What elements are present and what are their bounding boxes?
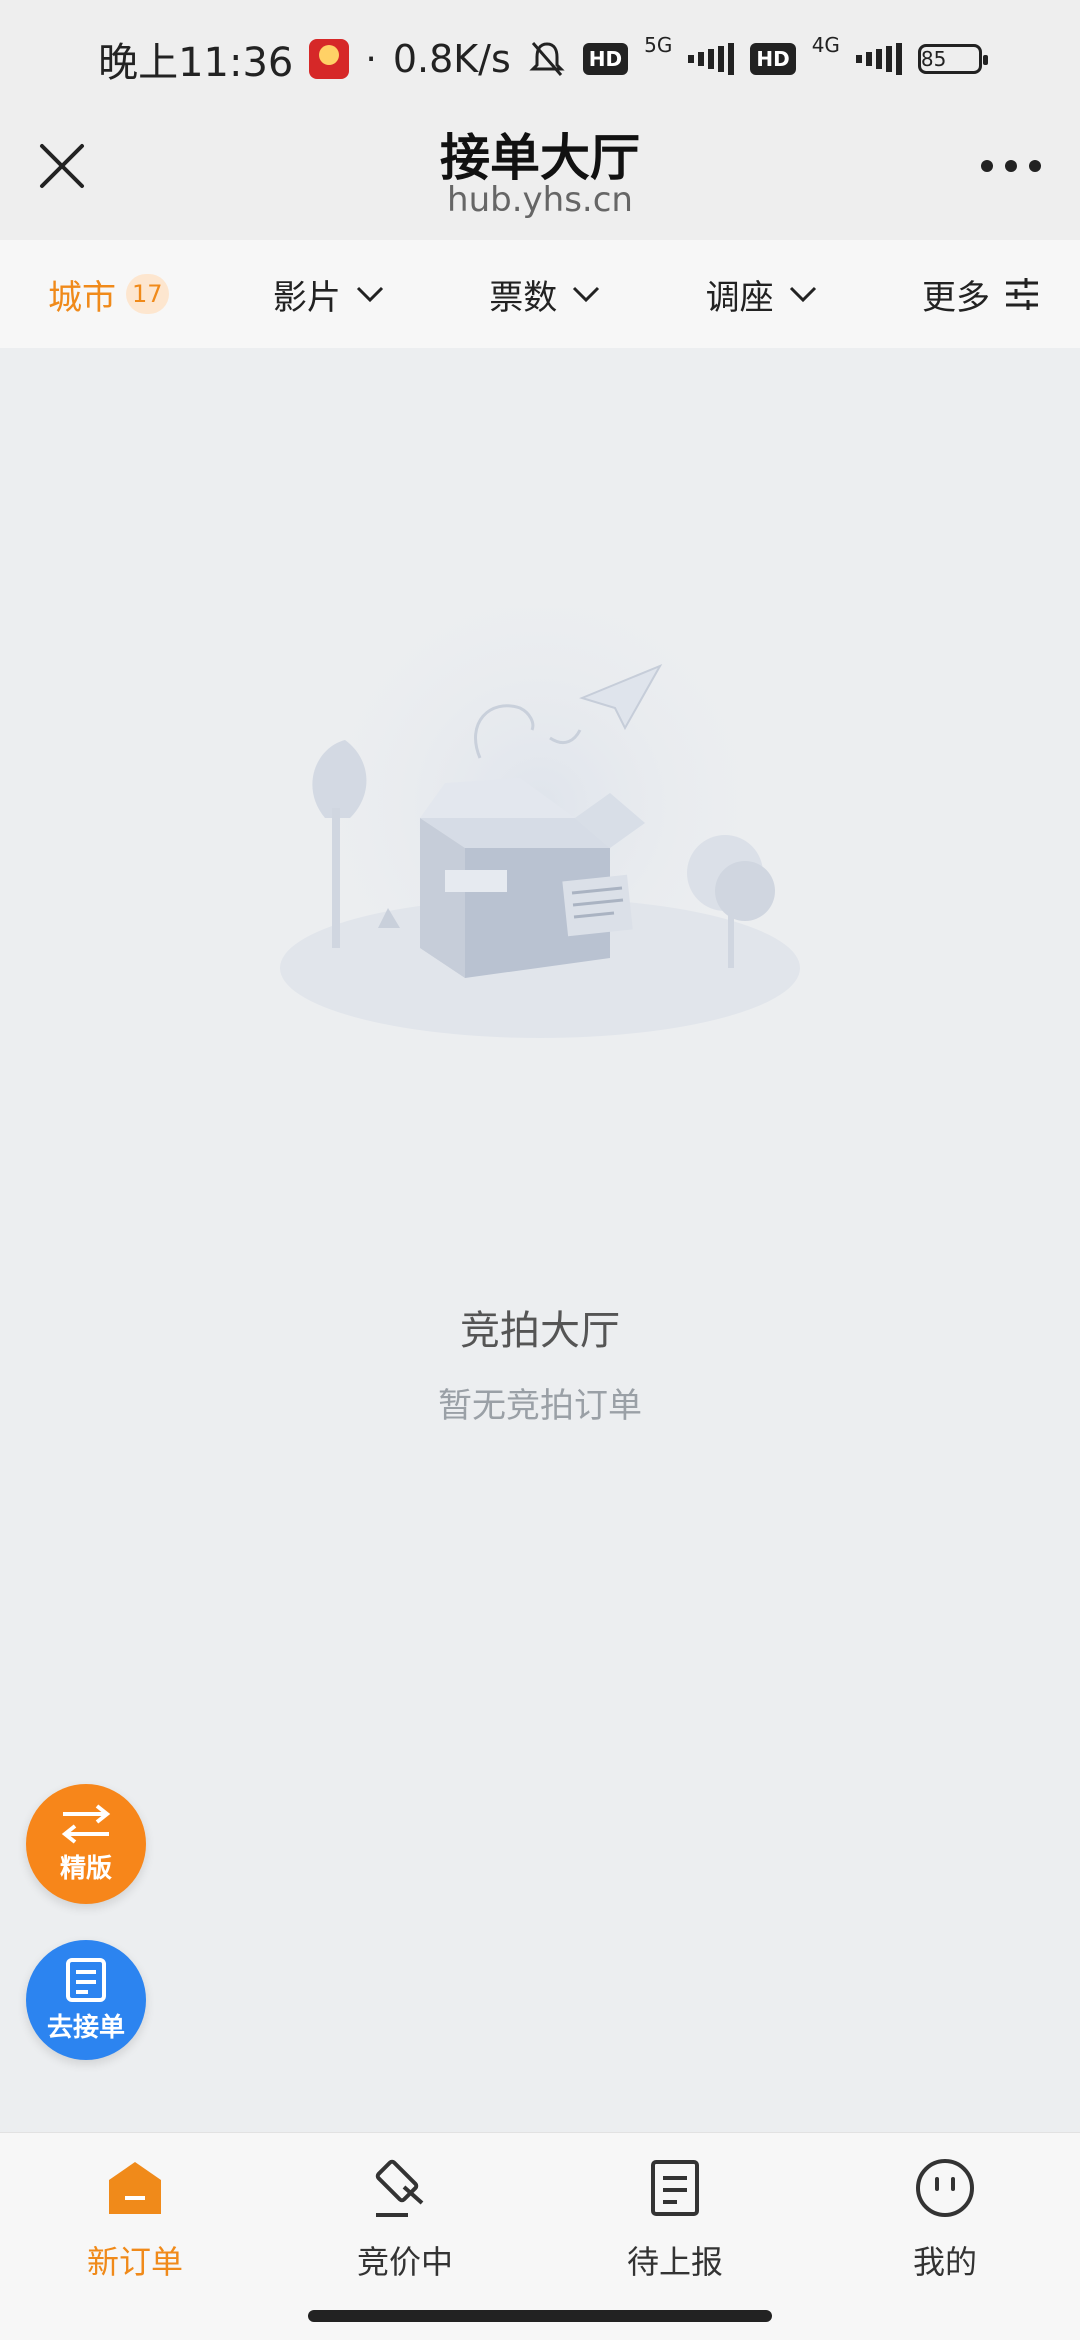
more-options-button[interactable]	[976, 136, 1046, 196]
home-indicator-area	[0, 2290, 1080, 2340]
tab-label: 竞价中	[356, 2243, 453, 2281]
filter-bar: 城市 17 影片 票数 调座 更多	[0, 240, 1080, 348]
face-icon	[910, 2153, 980, 2223]
home-icon	[100, 2153, 170, 2223]
signal-strength-icon	[855, 42, 902, 76]
status-separator: ·	[365, 38, 377, 80]
app-notification-icon	[309, 39, 350, 79]
status-time: 晚上11:36	[98, 40, 294, 86]
page-url: hub.yhs.cn	[447, 180, 633, 220]
content-area: 竞拍大厅 暂无竞拍订单	[0, 348, 1080, 2132]
gavel-icon	[370, 2153, 440, 2223]
chevron-down-icon	[355, 284, 385, 304]
empty-state-title: 竞拍大厅	[460, 1308, 620, 1354]
network-speed: 0.8K/s	[392, 37, 511, 81]
tab-bidding[interactable]: 竞价中	[270, 2133, 540, 2290]
filter-film[interactable]: 影片	[273, 270, 385, 319]
filter-film-label: 影片	[272, 277, 341, 318]
tab-label: 我的	[912, 2243, 977, 2281]
app-header: 接单大厅 hub.yhs.cn	[0, 118, 1080, 240]
take-orders-label: 去接单	[46, 2012, 125, 2043]
signal-strength-icon	[688, 42, 735, 76]
document-icon	[640, 2153, 710, 2223]
empty-box-illustration	[280, 608, 800, 1058]
home-indicator[interactable]	[308, 2310, 772, 2322]
network-type-2: 4G	[811, 33, 840, 57]
more-dots-icon	[981, 160, 1041, 172]
filter-city-label: 城市	[48, 277, 116, 318]
network-type-1: 5G	[644, 33, 673, 57]
battery-icon: 85	[917, 44, 988, 74]
take-orders-button[interactable]: 去接单	[26, 1940, 146, 2060]
switch-version-label: 精版	[59, 1853, 112, 1884]
tab-label: 新订单	[86, 2243, 183, 2281]
empty-state-subtitle: 暂无竞拍订单	[438, 1386, 642, 1426]
chevron-down-icon	[788, 284, 818, 304]
filter-more-label: 更多	[921, 277, 990, 318]
switch-version-button[interactable]: 精版	[26, 1784, 146, 1904]
sliders-icon	[1004, 277, 1040, 311]
city-count-badge: 17	[126, 274, 169, 314]
bottom-tab-bar: 新订单 竞价中 待上报 我的	[0, 2132, 1080, 2290]
document-list-icon	[66, 1957, 106, 2002]
filter-city[interactable]: 城市 17	[48, 270, 169, 319]
tab-label: 待上报	[626, 2243, 723, 2281]
filter-more[interactable]: 更多	[922, 270, 1040, 319]
hd-badge-2: HD	[750, 43, 796, 75]
filter-seat-label: 调座	[705, 277, 774, 318]
tab-pending-report[interactable]: 待上报	[540, 2133, 810, 2290]
filter-tickets-label: 票数	[489, 277, 558, 318]
status-bar: 晚上11:36 · 0.8K/s HD 5G HD 4G 85	[0, 0, 1080, 118]
chevron-down-icon	[571, 284, 601, 304]
tab-profile[interactable]: 我的	[810, 2133, 1080, 2290]
filter-seat[interactable]: 调座	[706, 270, 818, 319]
tab-new-orders[interactable]: 新订单	[0, 2133, 270, 2290]
swap-arrows-icon	[61, 1803, 111, 1844]
filter-tickets[interactable]: 票数	[489, 270, 601, 319]
hd-badge-1: HD	[582, 43, 629, 75]
mute-bell-icon	[527, 39, 567, 79]
